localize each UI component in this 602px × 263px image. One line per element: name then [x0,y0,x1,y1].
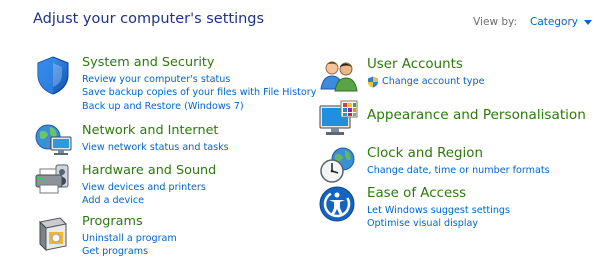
programs-box-icon[interactable] [34,214,74,254]
change-account-type-row: Change account type [367,75,484,88]
network-status-link[interactable]: View network status and tasks [82,141,229,154]
ease-of-access-icon[interactable] [319,186,359,226]
appearance-link[interactable]: Appearance and Personalisation [367,107,586,123]
uac-shield-icon [368,76,378,88]
network-internet-link[interactable]: Network and Internet [82,123,229,139]
clock-globe-icon[interactable] [319,146,359,186]
view-by-dropdown[interactable]: Category [530,16,592,28]
file-history-link[interactable]: Save backup copies of your files with Fi… [82,86,316,99]
users-icon[interactable] [319,57,359,97]
view-by: View by: Category [473,16,592,28]
review-status-link[interactable]: Review your computer's status [82,73,316,86]
hardware-sound-link[interactable]: Hardware and Sound [82,163,216,179]
chevron-down-icon [584,20,592,25]
clock-region-link[interactable]: Clock and Region [367,146,550,162]
monitor-palette-icon[interactable] [319,100,359,140]
optimise-display-link[interactable]: Optimise visual display [367,217,510,230]
shield-icon[interactable] [34,55,74,95]
page-title: Adjust your computer's settings [33,11,265,27]
ease-of-access-link[interactable]: Ease of Access [367,186,510,202]
user-accounts-link[interactable]: User Accounts [367,57,484,73]
suggest-settings-link[interactable]: Let Windows suggest settings [367,204,510,217]
view-by-value: Category [530,16,578,28]
system-security-link[interactable]: System and Security [82,55,316,71]
uninstall-program-link[interactable]: Uninstall a program [82,232,177,245]
devices-printers-link[interactable]: View devices and printers [82,181,216,194]
change-account-type-link[interactable]: Change account type [382,75,484,88]
add-device-link[interactable]: Add a device [82,194,216,207]
change-date-time-link[interactable]: Change date, time or number formats [367,164,550,177]
globe-network-icon[interactable] [34,123,74,163]
view-by-label: View by: [473,16,518,28]
get-programs-link[interactable]: Get programs [82,245,177,258]
printer-speaker-icon[interactable] [34,163,74,203]
programs-link[interactable]: Programs [82,214,177,230]
backup-restore-link[interactable]: Back up and Restore (Windows 7) [82,100,316,113]
